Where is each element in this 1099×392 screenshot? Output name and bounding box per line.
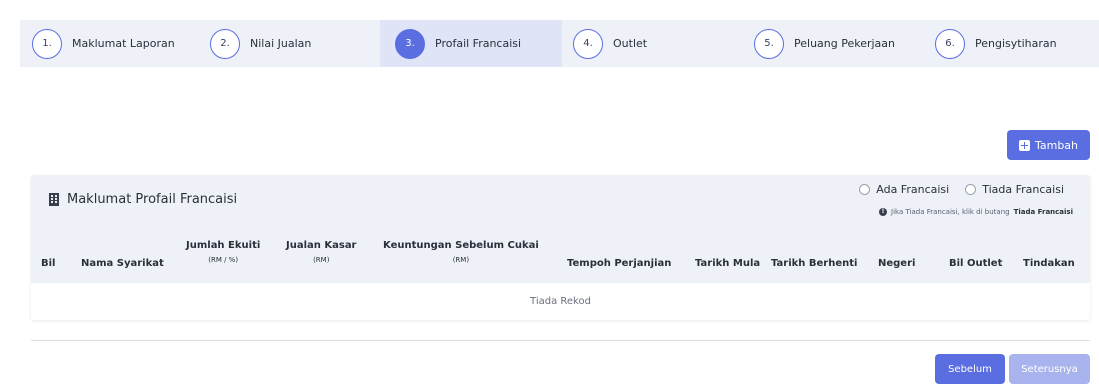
profail-francaisi-card: Maklumat Profail Francaisi Ada Francaisi…	[31, 175, 1090, 320]
step-outlet[interactable]: 4. Outlet	[573, 20, 733, 67]
building-icon	[49, 193, 59, 206]
radio-label: Ada Francaisi	[876, 183, 950, 196]
step-label: Peluang Pekerjaan	[794, 37, 896, 50]
step-number: 2.	[210, 28, 240, 59]
step-maklumat-laporan[interactable]: 1. Maklumat Laporan	[32, 20, 200, 67]
card-header: Maklumat Profail Francaisi Ada Francaisi…	[31, 175, 1090, 283]
plus-square-icon	[1018, 139, 1030, 151]
th-tarikh-mula: Tarikh Mula	[695, 258, 761, 269]
step-profail-francaisi[interactable]: 3. Profail Francaisi	[380, 20, 562, 67]
seterusnya-button[interactable]: Seterusnya	[1009, 354, 1090, 384]
th-tempoh-perjanjian: Tempoh Perjanjian	[567, 258, 672, 269]
step-number: 6.	[935, 28, 965, 59]
step-number: 5.	[754, 28, 784, 59]
step-peluang-pekerjaan[interactable]: 5. Peluang Pekerjaan	[754, 20, 934, 67]
tambah-label: Tambah	[1034, 138, 1079, 152]
radio-tiada-francaisi[interactable]: Tiada Francaisi	[965, 183, 1064, 196]
th-bil-outlet: Bil Outlet	[949, 258, 1003, 269]
radio-circle[interactable]	[965, 184, 977, 195]
step-label: Nilai Jualan	[250, 37, 312, 50]
info-icon: !	[879, 208, 887, 216]
francaisi-radio-group: Ada Francaisi Tiada Francaisi	[859, 183, 1064, 196]
step-number: 3.	[395, 28, 425, 59]
th-tarikh-berhenti: Tarikh Berhenti	[771, 258, 858, 269]
step-label: Profail Francaisi	[435, 37, 522, 50]
step-label: Maklumat Laporan	[72, 37, 175, 50]
step-label: Outlet	[613, 37, 648, 50]
th-tindakan: Tindakan	[1023, 258, 1075, 269]
th-negeri: Negeri	[878, 258, 916, 269]
radio-label: Tiada Francaisi	[982, 183, 1064, 196]
card-title: Maklumat Profail Francaisi	[49, 192, 237, 207]
sebelum-button[interactable]: Sebelum	[935, 354, 1005, 384]
th-bil: Bil	[41, 258, 56, 269]
th-nama-syarikat: Nama Syarikat	[81, 258, 164, 269]
th-keuntungan: Keuntungan Sebelum Cukai (RM)	[383, 240, 539, 264]
step-nilai-jualan[interactable]: 2. Nilai Jualan	[210, 20, 370, 67]
card-title-text: Maklumat Profail Francaisi	[67, 192, 238, 207]
radio-ada-francaisi[interactable]: Ada Francaisi	[859, 183, 949, 196]
th-jumlah-ekuiti: Jumlah Ekuiti (RM / %)	[186, 240, 261, 264]
radio-circle[interactable]	[859, 184, 871, 195]
step-label: Pengisytiharan	[975, 37, 1057, 50]
step-number: 1.	[32, 28, 62, 59]
th-jualan-kasar: Jualan Kasar (RM)	[286, 240, 357, 264]
hint-prefix: Jika Tiada Francaisi, klik di butang	[891, 208, 1010, 216]
empty-row: Tiada Rekod	[530, 296, 591, 307]
divider	[31, 340, 1090, 341]
hint-text: ! Jika Tiada Francaisi, klik di butang T…	[879, 208, 1073, 216]
step-pengisytiharan[interactable]: 6. Pengisytiharan	[935, 20, 1095, 67]
step-number: 4.	[573, 28, 603, 59]
tambah-button[interactable]: Tambah	[1007, 130, 1090, 160]
step-wizard: 1. Maklumat Laporan 2. Nilai Jualan 3. P…	[20, 20, 1099, 67]
hint-bold: Tiada Francaisi	[1013, 208, 1073, 216]
